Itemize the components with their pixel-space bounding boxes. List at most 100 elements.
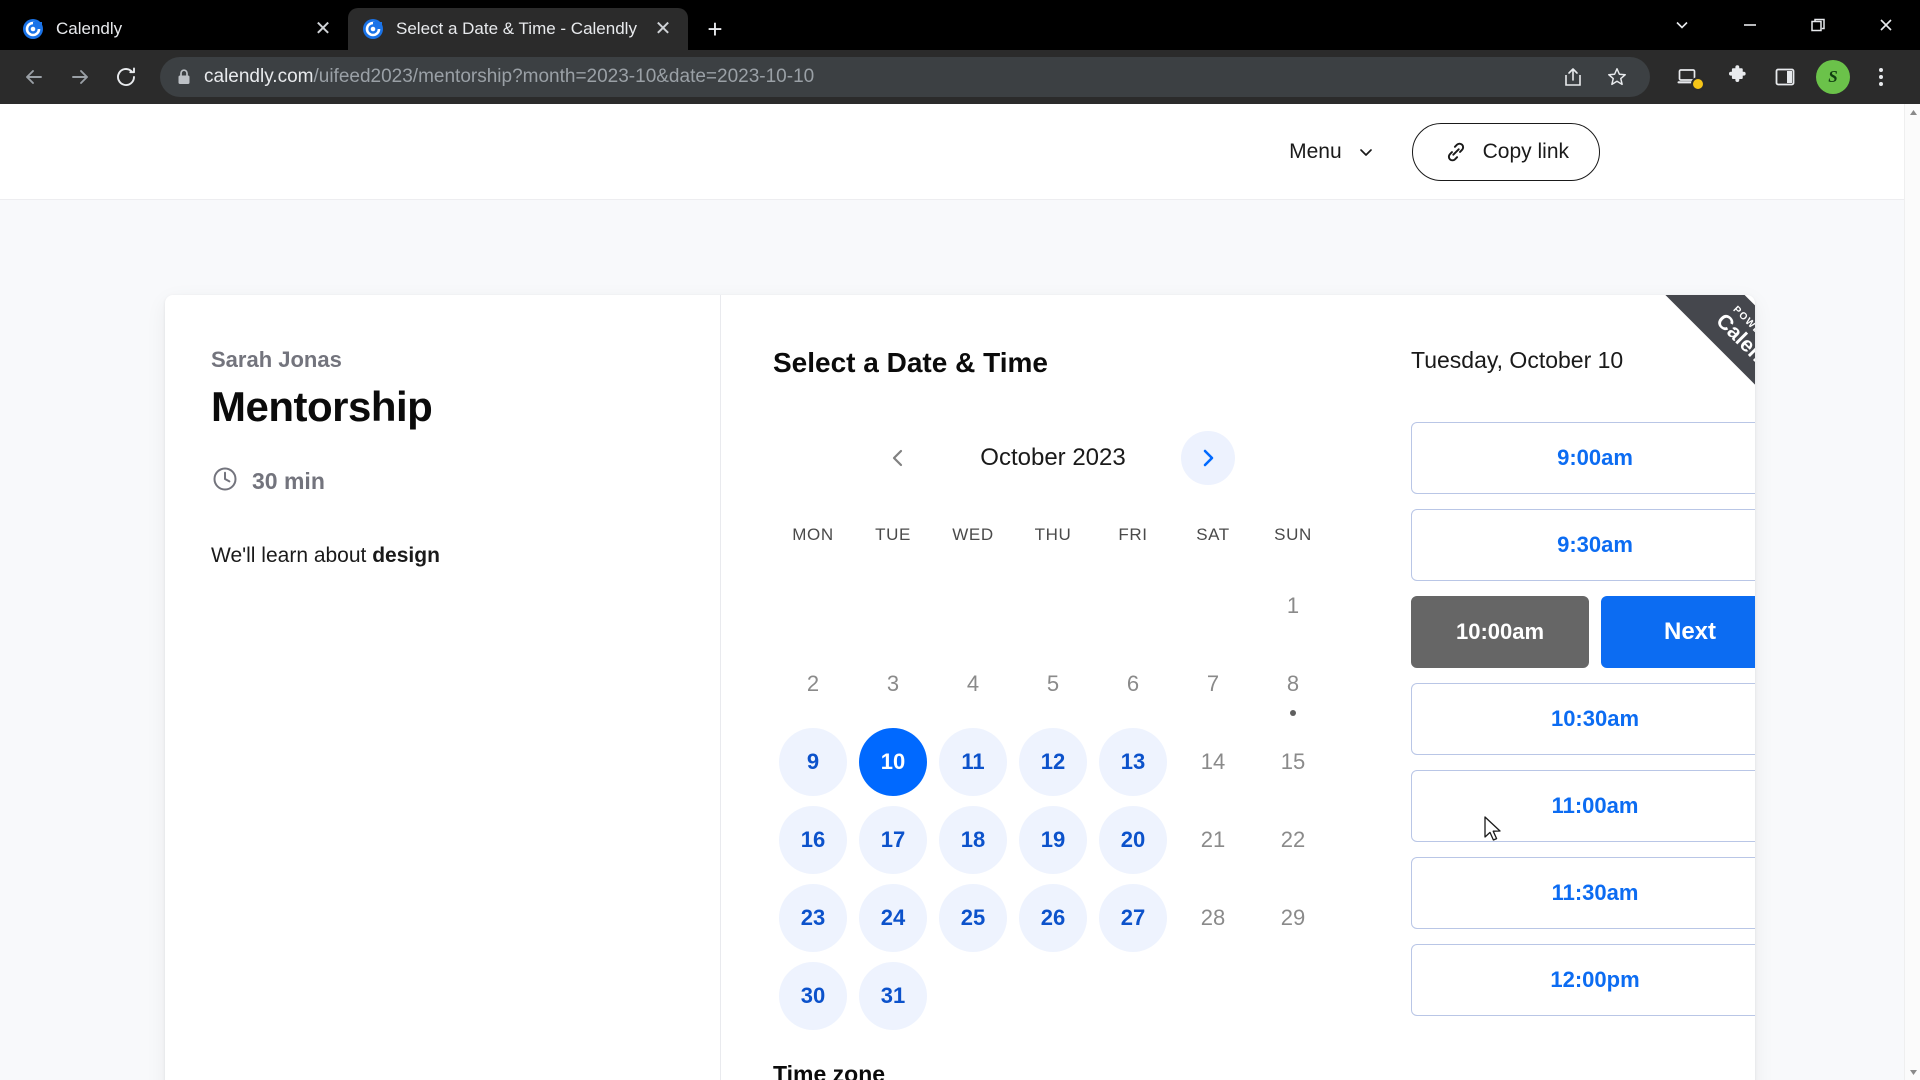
calendar-day-cell: 21 — [1173, 801, 1253, 879]
calendar-day-19[interactable]: 19 — [1019, 806, 1087, 874]
calendar-day-11[interactable]: 11 — [939, 728, 1007, 796]
time-slot-1030am[interactable]: 10:30am — [1411, 683, 1755, 755]
calendar-day-cell: 23 — [773, 879, 853, 957]
scroll-down-arrow-icon[interactable] — [1905, 1064, 1920, 1080]
calendar-day-16[interactable]: 16 — [779, 806, 847, 874]
time-slot-selected[interactable]: 10:00am — [1411, 596, 1590, 668]
browser-tab-2[interactable]: Select a Date & Time - Calendly ✕ — [348, 8, 688, 50]
toolbar-right-icons: S — [1666, 60, 1898, 94]
url-host: calendly.com — [204, 66, 314, 87]
calendar-day-cell — [933, 957, 1013, 1035]
calendar-day-cell: 25 — [933, 879, 1013, 957]
calendar-day-cell: 27 — [1093, 879, 1173, 957]
scroll-up-arrow-icon[interactable] — [1905, 104, 1920, 120]
forward-icon[interactable] — [60, 57, 100, 97]
menu-label: Menu — [1289, 139, 1342, 163]
calendar-day-cell: 1 — [1253, 567, 1333, 645]
profile-avatar[interactable]: S — [1816, 60, 1850, 94]
current-month-label: October 2023 — [980, 444, 1126, 471]
time-slot-1200pm[interactable]: 12:00pm — [1411, 944, 1755, 1016]
extensions-puzzle-icon[interactable] — [1720, 60, 1754, 94]
next-button[interactable]: Next — [1601, 596, 1755, 668]
calendar-day-cell: 6 — [1093, 645, 1173, 723]
calendly-favicon-icon — [362, 18, 384, 40]
reload-icon[interactable] — [106, 57, 146, 97]
calendar-day-cell: 31 — [853, 957, 933, 1035]
minimize-icon[interactable] — [1716, 0, 1784, 50]
calendar-day-cell: 7 — [1173, 645, 1253, 723]
calendar-day-23[interactable]: 23 — [779, 884, 847, 952]
calendar-day-30[interactable]: 30 — [779, 962, 847, 1030]
calendar-day-empty — [859, 572, 927, 640]
event-details-pane: Sarah Jonas Mentorship 30 min We'll lear… — [165, 295, 721, 1080]
browser-tab-1[interactable]: Calendly ✕ — [8, 8, 348, 50]
description-bold: design — [372, 544, 440, 567]
calendar-day-cell: 15 — [1253, 723, 1333, 801]
address-bar[interactable]: calendly.com/uifeed2023/mentorship?month… — [160, 57, 1650, 97]
calendar-day-18[interactable]: 18 — [939, 806, 1007, 874]
menu-dropdown[interactable]: Menu — [1289, 140, 1376, 164]
tab-search-chevron-icon[interactable] — [1648, 0, 1716, 50]
calendar-navigation: October 2023 — [773, 431, 1333, 485]
calendar-day-12[interactable]: 12 — [1019, 728, 1087, 796]
share-icon[interactable] — [1556, 60, 1590, 94]
copy-link-button[interactable]: Copy link — [1411, 122, 1600, 181]
next-month-button[interactable] — [1181, 431, 1235, 485]
calendar-day-17[interactable]: 17 — [859, 806, 927, 874]
calendar-day-cell: 18 — [933, 801, 1013, 879]
calendar-day-cell — [933, 567, 1013, 645]
tab-2-close-icon[interactable]: ✕ — [652, 18, 674, 40]
calendar-day-cell — [1253, 957, 1333, 1035]
time-slot-930am[interactable]: 9:30am — [1411, 509, 1755, 581]
calendar-day-22: 22 — [1280, 827, 1306, 852]
calendar-day-20[interactable]: 20 — [1099, 806, 1167, 874]
tab-1-close-icon[interactable]: ✕ — [312, 18, 334, 40]
calendar-day-cell: 4 — [933, 645, 1013, 723]
calendar-day-empty — [939, 962, 1007, 1030]
host-name: Sarah Jonas — [211, 347, 342, 372]
back-icon[interactable] — [14, 57, 54, 97]
calendar-day-empty — [1019, 962, 1087, 1030]
bookmark-star-icon[interactable] — [1600, 60, 1634, 94]
url-path: /uifeed2023/mentorship?month=2023-10&dat… — [313, 66, 815, 87]
calendar-day-26[interactable]: 26 — [1019, 884, 1087, 952]
time-slots-pane: Tuesday, October 10 9:00am 9:30am 10:00am N… — [1385, 295, 1755, 1080]
link-icon — [1447, 142, 1464, 161]
calendar-day-25[interactable]: 25 — [939, 884, 1007, 952]
timezone-section: Time zone India Standard Time (8:18am) — [773, 1061, 1333, 1080]
calendar-day-13[interactable]: 13 — [1099, 728, 1167, 796]
new-tab-button[interactable]: + — [694, 8, 736, 50]
time-slot-1130am[interactable]: 11:30am — [1411, 857, 1755, 929]
calendar-day-cell: 10 — [853, 723, 933, 801]
previous-month-button[interactable] — [871, 431, 925, 485]
page-viewport: Menu Copy link POWERED BY Calendly — [0, 104, 1920, 1080]
calendar-day-31[interactable]: 31 — [859, 962, 927, 1030]
time-slot-1100am[interactable]: 11:00am — [1411, 770, 1755, 842]
page-scrollbar[interactable] — [1904, 104, 1920, 1080]
chevron-down-icon — [1359, 148, 1372, 156]
page-body: POWERED BY Calendly Sarah Jonas Mentorsh… — [0, 200, 1920, 1080]
calendar-day-cell: 12 — [1013, 723, 1093, 801]
calendar-day-10[interactable]: 10 — [859, 728, 927, 796]
maximize-restore-icon[interactable] — [1784, 0, 1852, 50]
event-description: We'll learn about design — [211, 540, 674, 572]
calendar-day-grid: 1 2 3 4 5 6 7 8 9 10 11 12 13 14 15 16 17 18 19 20 21 22 23 24 2… — [773, 567, 1333, 1035]
calendar-day-8: 8 — [1286, 671, 1300, 696]
calendar-day-9[interactable]: 9 — [779, 728, 847, 796]
time-slot-900am[interactable]: 9:00am — [1411, 422, 1755, 494]
close-window-icon[interactable] — [1852, 0, 1920, 50]
calendar-day-cell: 9 — [773, 723, 853, 801]
update-badge — [1691, 77, 1705, 91]
calendar-pane: Select a Date & Time October 2023 MON TUE… — [721, 295, 1385, 1080]
calendar-day-cell — [1173, 957, 1253, 1035]
calendar-day-cell: 20 — [1093, 801, 1173, 879]
calendar-day-14: 14 — [1200, 749, 1226, 774]
side-panel-icon[interactable] — [1768, 60, 1802, 94]
calendar-day-empty — [1259, 962, 1327, 1030]
calendar-day-24[interactable]: 24 — [859, 884, 927, 952]
calendar-day-empty — [939, 572, 1007, 640]
calendar-day-27[interactable]: 27 — [1099, 884, 1167, 952]
update-laptop-icon[interactable] — [1672, 60, 1706, 94]
booking-card: POWERED BY Calendly Sarah Jonas Mentorsh… — [165, 295, 1755, 1080]
chrome-menu-kebab-icon[interactable] — [1864, 60, 1898, 94]
